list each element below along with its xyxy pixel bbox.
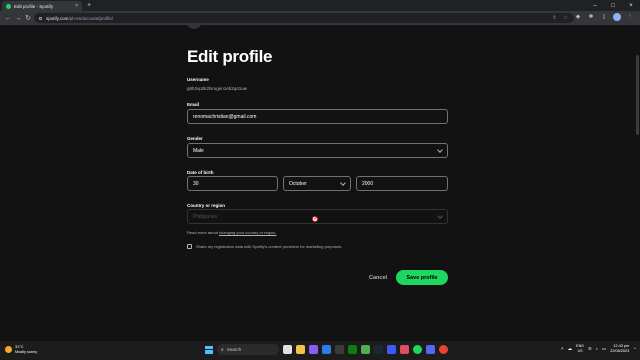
share-icon[interactable]: ⇪ — [552, 14, 556, 22]
gender-label: Gender — [187, 136, 203, 141]
not-allowed-cursor-icon — [312, 216, 318, 222]
country-label: Country or region — [187, 203, 225, 208]
mail-app-icon[interactable] — [322, 345, 331, 354]
tab-close-icon[interactable]: × — [75, 3, 78, 9]
username-label: Username — [187, 77, 209, 82]
new-tab-button[interactable]: + — [87, 1, 91, 10]
chevron-down-icon — [437, 213, 443, 219]
spotify-favicon-icon — [6, 3, 11, 9]
extension-icon[interactable]: ◆ — [574, 13, 582, 21]
close-window-button[interactable]: × — [622, 0, 640, 11]
wifi-icon[interactable]: ≋ — [588, 346, 592, 352]
region-code: US — [577, 348, 583, 353]
url-text: spotify.com/ph-en/account/profile/ — [46, 16, 113, 21]
birth-year-value: 2000 — [362, 180, 374, 187]
file-explorer-icon[interactable] — [296, 345, 305, 354]
cancel-button[interactable]: Cancel — [369, 275, 387, 281]
edit-profile-form: Edit profile Username g6h2vp2k2lsrugen1e… — [187, 47, 448, 285]
spotify-icon[interactable] — [413, 345, 422, 354]
change-country-link[interactable]: changing your country or region. — [219, 230, 276, 235]
url-path: /ph-en/account/profile/ — [68, 15, 113, 21]
date-of-birth-label: Date of birth — [187, 170, 214, 175]
onedrive-icon[interactable]: ☁ — [568, 346, 573, 352]
language-code: ENG — [576, 344, 584, 348]
save-profile-button[interactable]: Save profile — [396, 270, 448, 285]
username-value: g6h2vp2k2lsrugen1eb2q41uw — [187, 86, 248, 91]
game-app-icon[interactable] — [361, 345, 370, 354]
taskbar-apps: ⌕ Search — [205, 344, 448, 355]
email-field[interactable]: renomachristian@gmail.com — [187, 109, 448, 124]
language-indicator[interactable]: ENG US — [576, 344, 584, 353]
sun-icon — [5, 346, 12, 353]
battery-icon[interactable]: ▭ — [602, 346, 606, 352]
weather-widget[interactable]: 31°C Mostly sunny — [5, 345, 37, 354]
lock-icon — [39, 16, 42, 20]
hidden-icons-chevron-icon[interactable]: ˄ — [561, 346, 564, 351]
notification-bell-icon[interactable]: ◔ — [633, 346, 636, 351]
address-bar[interactable]: spotify.com/ph-en/account/profile/ ⇪ ☆ — [34, 13, 574, 23]
clock[interactable]: 12:43 pm 22/08/2023 — [610, 344, 629, 353]
birth-year-field[interactable]: 2000 — [356, 176, 448, 191]
birth-day-value: 30 — [193, 180, 199, 187]
page-scrollbar[interactable] — [636, 55, 639, 135]
reload-icon[interactable]: ↻ — [23, 11, 33, 25]
video-app-icon[interactable] — [309, 345, 318, 354]
maximize-button[interactable]: □ — [604, 0, 622, 11]
url-domain: spotify.com — [46, 15, 69, 21]
volume-icon[interactable]: ♪ — [596, 346, 598, 351]
bookmark-star-icon[interactable]: ☆ — [564, 14, 568, 22]
teams-icon[interactable] — [387, 345, 396, 354]
tab-title: Edit profile - Spotify — [14, 3, 54, 9]
clock-time: 12:43 pm — [613, 344, 630, 348]
helper-prefix: Read more about — [187, 230, 220, 235]
steam-icon[interactable] — [374, 345, 383, 354]
minimize-button[interactable]: – — [586, 0, 604, 11]
profile-avatar[interactable] — [613, 13, 621, 21]
share-data-label: Share my registration data with Spotify'… — [196, 244, 343, 249]
gender-select[interactable]: Male — [187, 143, 448, 158]
system-tray: ˄ ☁ ENG US ≋ ♪ ▭ 12:43 pm 22/08/2023 ◔ — [561, 344, 636, 353]
weather-condition: Mostly sunny — [15, 349, 38, 354]
browser-tab-strip: Edit profile - Spotify × + – □ × — [0, 0, 640, 11]
clock-date: 22/08/2023 — [610, 348, 630, 353]
xbox-icon[interactable] — [348, 345, 357, 354]
extensions-puzzle-icon[interactable]: ✱ — [587, 13, 595, 21]
taskbar-search-label: Search — [226, 347, 242, 352]
birth-month-select[interactable]: October — [283, 176, 351, 191]
windows-taskbar: 31°C Mostly sunny ⌕ Search ˄ ☁ ENG US ≋ … — [0, 341, 640, 360]
profile-header-avatar — [186, 25, 202, 29]
windows-start-icon[interactable] — [205, 345, 213, 354]
page-title: Edit profile — [187, 47, 273, 66]
country-helper-text: Read more about changing your country or… — [187, 230, 276, 235]
discord-icon[interactable] — [426, 345, 435, 354]
country-select-value: Philippines — [193, 213, 218, 220]
task-view-icon[interactable] — [283, 345, 292, 354]
search-icon: ⌕ — [221, 346, 224, 353]
share-data-checkbox[interactable] — [187, 244, 192, 249]
gender-select-value: Male — [193, 147, 204, 154]
back-icon[interactable]: ← — [3, 11, 13, 25]
messenger-icon[interactable] — [400, 345, 409, 354]
email-label: Email — [187, 102, 200, 107]
email-field-value: renomachristian@gmail.com — [193, 113, 257, 120]
forward-icon[interactable]: → — [13, 11, 23, 25]
split-view-icon[interactable]: ▯ — [600, 13, 608, 21]
chevron-down-icon — [437, 147, 443, 153]
tab-edit-profile[interactable]: Edit profile - Spotify × — [2, 1, 82, 11]
birth-month-value: October — [289, 180, 307, 187]
browser-toolbar: ← → ↻ spotify.com/ph-en/account/profile/… — [0, 11, 640, 25]
chrome-icon[interactable] — [439, 345, 448, 354]
spotify-page: Edit profile Username g6h2vp2k2lsrugen1e… — [0, 25, 640, 334]
taskbar-search[interactable]: ⌕ Search — [217, 344, 279, 355]
browser-menu-icon[interactable]: ⋮ — [626, 13, 634, 21]
calendar-app-icon[interactable] — [335, 345, 344, 354]
chevron-down-icon — [340, 180, 346, 186]
birth-day-field[interactable]: 30 — [187, 176, 278, 191]
